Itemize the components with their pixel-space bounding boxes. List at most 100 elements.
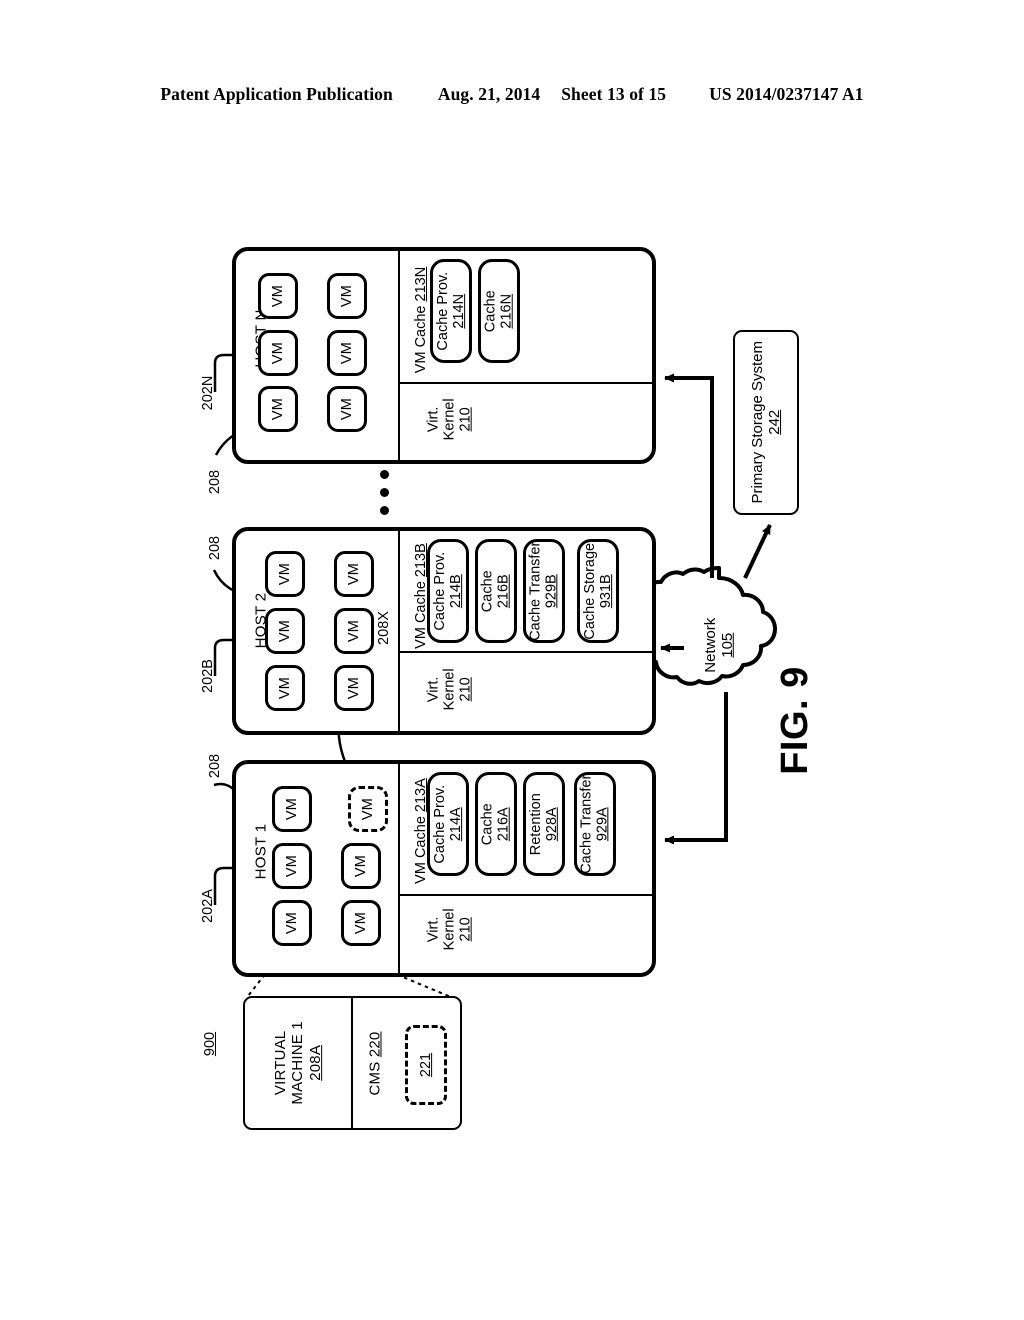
vm-cache-title-n: VM Cache 213N: [413, 260, 429, 380]
detail-cms-text: CMS 220: [367, 1031, 384, 1095]
cache-module-name: Cache Transfer: [578, 774, 595, 874]
detail-inner-ref: 221: [417, 1052, 434, 1078]
vm-label: VM: [360, 797, 376, 821]
cache-module-text: Cache Transfer 929B: [528, 541, 560, 640]
detail-cms-cell: CMS 220: [353, 998, 397, 1128]
ref-900-system: 900: [202, 1031, 218, 1057]
vm-box[interactable]: VM: [327, 330, 367, 376]
kernel-ref: 210: [458, 677, 475, 702]
vm-label: VM: [339, 341, 355, 365]
vm-box[interactable]: VM: [327, 273, 367, 319]
cache-module[interactable]: Cache Transfer 929B: [523, 539, 565, 643]
kernel-line1: Virt.: [425, 676, 442, 703]
virt-kernel-label-a: Virt. Kernel 210: [426, 874, 475, 984]
cloud-to-storage-arrow: [743, 524, 772, 579]
cache-module[interactable]: Cache 216A: [475, 772, 517, 876]
cache-module-ref: 214B: [448, 574, 464, 608]
cache-module[interactable]: Cache Prov. 214A: [427, 772, 469, 876]
cache-module-text: Cache 216N: [483, 290, 515, 332]
detail-cms-name: CMS: [366, 1056, 384, 1095]
cache-module-ref: 216N: [499, 293, 516, 329]
cache-module-text: Cache Prov. 214A: [432, 785, 464, 864]
cache-module[interactable]: Retention 928A: [523, 772, 565, 876]
vm-label: VM: [346, 562, 362, 586]
cache-module-text: Retention 928A: [528, 793, 560, 855]
cache-module[interactable]: Cache 216N: [478, 259, 520, 363]
vm-box[interactable]: VM: [265, 608, 305, 654]
cache-module[interactable]: Cache 216B: [475, 539, 517, 643]
cache-module-ref: 216A: [496, 807, 513, 841]
vm-box[interactable]: VM: [258, 330, 298, 376]
primary-storage-name: Primary Storage System: [748, 341, 766, 504]
ref-208x: 208X: [376, 611, 392, 645]
vm-label: VM: [270, 341, 286, 365]
vm-box[interactable]: VM: [341, 843, 381, 889]
vm-label: VM: [277, 676, 293, 700]
vm-box[interactable]: VM: [258, 273, 298, 319]
vm-box[interactable]: VM: [265, 551, 305, 597]
cache-module-text: Cache Prov. 214B: [432, 552, 464, 631]
cloud-to-host1-arrow: [664, 692, 728, 845]
vm-box[interactable]: VM: [265, 665, 305, 711]
cache-module-name: Cache: [479, 570, 496, 612]
detail-vm-ref: 208A: [306, 1045, 324, 1081]
network-name: Network: [701, 617, 719, 673]
cache-module[interactable]: Cache Transfer 929A: [574, 772, 616, 876]
cache-module-ref: 929B: [544, 574, 561, 608]
host-2-section-divider: [398, 531, 400, 731]
vm-label: VM: [346, 676, 362, 700]
detail-inner-module[interactable]: 221: [405, 1025, 447, 1105]
cache-module[interactable]: Cache Prov. 214B: [427, 539, 469, 643]
detail-vm-line1: VIRTUAL: [272, 1030, 290, 1096]
vm-box[interactable]: VM: [327, 386, 367, 432]
cache-module-ref: 216B: [496, 574, 513, 608]
vm-cache-ref: 213N: [413, 266, 429, 302]
cache-module-name: Cache: [482, 290, 499, 332]
virtual-machine-detail-box[interactable]: VIRTUAL MACHINE 1 208A CMS 220 221: [243, 996, 462, 1130]
cache-module-name: Cache Transfer: [527, 541, 544, 641]
network-text: Network 105: [702, 610, 737, 680]
cache-module-text: Cache 216A: [480, 803, 512, 845]
leader-202b: [213, 638, 232, 676]
vm-label: VM: [284, 797, 300, 821]
host-1-section-divider: [398, 764, 400, 973]
cache-module-text: Cache 216B: [480, 570, 512, 612]
vm-label: VM: [346, 619, 362, 643]
virt-kernel-label-n: Virt. Kernel 210: [426, 364, 475, 474]
detail-cms-ref: 220: [366, 1031, 384, 1057]
vm-box[interactable]: VM: [334, 608, 374, 654]
vm-box-migrated[interactable]: VM: [334, 665, 374, 711]
detail-vm-text: VIRTUAL MACHINE 1 208A: [272, 1010, 324, 1116]
virt-kernel-label-b: Virt. Kernel 210: [426, 634, 475, 744]
vm-label: VM: [353, 854, 369, 878]
ref-208-host2: 208: [207, 535, 223, 561]
kernel-line2: Kernel: [441, 908, 458, 951]
figure-label-text: FIG. 9: [773, 665, 816, 775]
vm-box[interactable]: VM: [341, 900, 381, 946]
cache-module[interactable]: Cache Storage 931B: [577, 539, 619, 643]
cache-module-text: Cache Storage 931B: [582, 543, 614, 640]
primary-storage-ref: 242: [766, 409, 784, 436]
vm-label: VM: [353, 911, 369, 935]
ellipsis-dot: [380, 506, 389, 515]
primary-storage-system-box[interactable]: Primary Storage System 242: [733, 330, 799, 515]
vm-label: VM: [277, 562, 293, 586]
cache-module[interactable]: Cache Prov. 214N: [430, 259, 472, 363]
hosts-ellipsis: [380, 470, 389, 515]
ellipsis-dot: [380, 470, 389, 479]
primary-storage-text: Primary Storage System 242: [749, 341, 784, 504]
kernel-line2: Kernel: [441, 668, 458, 711]
vm-box[interactable]: VM: [272, 900, 312, 946]
ref-208-host1: 208: [207, 753, 223, 779]
kernel-line1: Virt.: [425, 406, 442, 433]
vm-box[interactable]: VM: [272, 843, 312, 889]
vm-box[interactable]: VM: [258, 386, 298, 432]
cache-module-name: Cache Prov.: [434, 271, 451, 351]
figure-label: FIG. 9: [735, 660, 855, 780]
vm-box[interactable]: VM: [334, 551, 374, 597]
vm-label: VM: [284, 854, 300, 878]
host-n-section-divider: [398, 251, 400, 460]
vm-box[interactable]: VM: [272, 786, 312, 832]
kernel-ref: 210: [458, 407, 475, 432]
vm-box-migrating[interactable]: VM: [348, 786, 388, 832]
